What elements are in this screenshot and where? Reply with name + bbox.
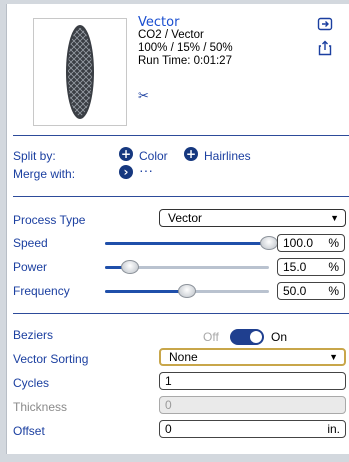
speed-unit: %: [328, 236, 339, 250]
vector-sorting-value: None: [169, 350, 198, 364]
job-info: Vector CO2 / Vector 100% / 15% / 50% Run…: [138, 16, 233, 68]
export-icon[interactable]: [317, 40, 333, 56]
separator: [13, 313, 349, 314]
frequency-unit: %: [328, 284, 339, 298]
split-by-label: Split by:: [13, 149, 56, 163]
frequency-slider-knob[interactable]: [178, 284, 196, 298]
power-slider[interactable]: [105, 260, 269, 274]
preview-thumbnail[interactable]: [33, 18, 127, 126]
dropdown-arrow-icon: ▼: [329, 352, 338, 362]
speed-label: Speed: [13, 236, 48, 250]
thickness-input: 0: [159, 396, 346, 414]
add-color-icon[interactable]: +: [119, 147, 133, 161]
frequency-input[interactable]: 50.0 %: [277, 282, 345, 300]
run-time: Run Time: 0:01:27: [138, 55, 232, 67]
offset-input[interactable]: 0 in.: [159, 420, 346, 438]
beziers-on-label: On: [271, 330, 288, 344]
offset-unit: in.: [327, 422, 340, 436]
speed-input[interactable]: 100.0 %: [277, 234, 345, 252]
process-type-label: Process Type: [13, 213, 86, 227]
frequency-value: 50.0: [283, 284, 307, 298]
vector-sorting-select[interactable]: None ▼: [159, 348, 346, 366]
separator: [13, 196, 349, 197]
split-color-button[interactable]: Color: [139, 149, 168, 163]
speed-value: 100.0: [283, 236, 314, 250]
dropdown-arrow-icon: ▼: [330, 213, 339, 223]
offset-label: Offset: [13, 424, 45, 438]
speed-slider-fill: [105, 242, 269, 245]
vector-sorting-label: Vector Sorting: [13, 352, 89, 366]
beziers-off-label: Off: [203, 330, 219, 344]
vector-preview-icon: [66, 25, 94, 119]
beziers-toggle[interactable]: [230, 329, 264, 345]
speed-slider[interactable]: [105, 236, 278, 250]
thickness-label: Thickness: [13, 400, 68, 414]
split-hairlines-button[interactable]: Hairlines: [204, 149, 251, 163]
merge-with-label: Merge with:: [13, 167, 76, 181]
cycles-label: Cycles: [13, 376, 50, 390]
add-hairlines-icon[interactable]: +: [184, 147, 198, 161]
toggle-knob: [250, 331, 262, 343]
process-type-value: Vector: [168, 211, 203, 225]
merge-arrow-icon[interactable]: ›: [119, 165, 133, 179]
separator: [13, 135, 349, 136]
power-value: 15.0: [283, 260, 307, 274]
merge-more-button[interactable]: ···: [139, 162, 153, 178]
laser-mode: CO2 / Vector: [138, 29, 204, 41]
cycles-value: 1: [165, 374, 172, 388]
offset-value: 0: [165, 422, 172, 436]
frequency-slider-fill: [105, 290, 187, 293]
power-input[interactable]: 15.0 %: [277, 258, 345, 276]
frequency-label: Frequency: [13, 284, 70, 298]
process-title: Vector: [138, 15, 180, 30]
power-slider-knob[interactable]: [120, 260, 139, 274]
power-label: Power: [13, 260, 48, 274]
speed-slider-knob[interactable]: [260, 236, 278, 250]
process-type-select[interactable]: Vector ▼: [159, 209, 346, 227]
frequency-slider[interactable]: [105, 284, 269, 298]
beziers-label: Beziers: [13, 328, 54, 342]
cycles-input[interactable]: 1: [159, 372, 346, 390]
power-unit: %: [328, 260, 339, 274]
settings-window: Vector CO2 / Vector 100% / 15% / 50% Run…: [0, 0, 349, 462]
settings-summary: 100% / 15% / 50%: [138, 42, 233, 54]
import-icon[interactable]: [317, 16, 333, 32]
thickness-value: 0: [165, 398, 172, 412]
scissors-icon[interactable]: ✂: [138, 89, 149, 104]
process-panel: Vector CO2 / Vector 100% / 15% / 50% Run…: [6, 4, 349, 454]
